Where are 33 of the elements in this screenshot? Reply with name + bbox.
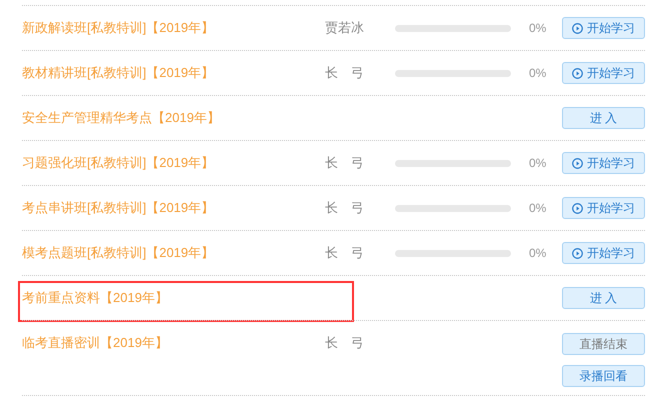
progress-percent: 0% [529,155,546,172]
play-icon [572,158,583,168]
play-icon [572,68,583,78]
progress-percent: 0% [529,20,546,37]
action-button[interactable]: 录播回看 [562,365,645,387]
teacher-name: 长 弓 [325,334,365,352]
course-title[interactable]: 考前重点资料【2019年】 [22,288,325,308]
course-title[interactable]: 考点串讲班[私教特训]【2019年】 [22,198,325,218]
start-study-button[interactable]: 开始学习 [562,17,645,39]
course-title[interactable]: 习题强化班[私教特训]【2019年】 [22,153,325,173]
play-icon [572,248,583,258]
play-icon [572,22,583,34]
start-study-button[interactable]: 开始学习 [562,62,645,84]
course-title[interactable]: 模考点题班[私教特训]【2019年】 [22,243,325,263]
progress-percent: 0% [529,65,546,82]
teacher-name: 长 弓 [325,64,365,82]
action-button[interactable]: 进 入 [562,287,645,309]
progress-percent: 0% [529,245,546,262]
teacher-name: 长 弓 [325,244,365,262]
start-study-button[interactable]: 开始学习 [562,152,645,174]
course-title[interactable]: 临考直播密训【2019年】 [22,333,325,352]
teacher-name: 贾若冰 [325,19,365,38]
course-title[interactable]: 安全生产管理精华考点【2019年】 [22,108,325,128]
teacher-name: 长 弓 [325,154,365,172]
course-title[interactable]: 新政解读班[私教特训]【2019年】 [22,18,325,38]
start-study-button[interactable]: 开始学习 [562,197,645,219]
course-title[interactable]: 教材精讲班[私教特训]【2019年】 [22,63,325,83]
teacher-name: 长 弓 [325,199,365,218]
action-button[interactable]: 进 入 [562,107,645,129]
play-icon [572,202,583,214]
progress-percent: 0% [529,200,546,217]
action-button[interactable]: 直播结束 [562,333,645,355]
start-study-button[interactable]: 开始学习 [562,242,645,264]
